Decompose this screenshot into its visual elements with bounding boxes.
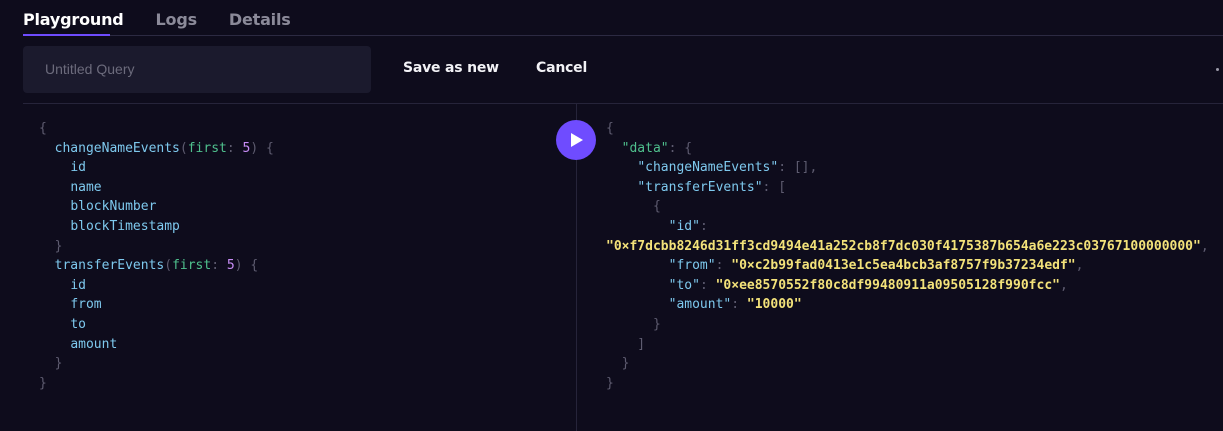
query-arg: first — [187, 140, 227, 156]
result-viewer: { "data": { "changeNameEvents": [], "tra… — [606, 121, 1209, 391]
query-field: blockTimestamp — [70, 218, 180, 234]
query-field: amount — [70, 336, 118, 352]
json-key: "changeNameEvents" — [637, 160, 779, 176]
json-key: "from" — [668, 258, 716, 274]
play-icon — [571, 133, 583, 147]
json-value: "10000" — [746, 297, 802, 313]
json-key: "transferEvents" — [637, 179, 763, 195]
brace: } — [39, 375, 47, 391]
json-key: "id" — [668, 218, 700, 234]
json-value: "0×c2b99fad0413e1c5ea4bcb3af8757f9b37234… — [731, 258, 1076, 274]
json-value: "0×ee8570552f80c8df99480911a09505128f990… — [715, 277, 1060, 293]
brace: { — [39, 121, 47, 136]
query-arg-value: 5 — [242, 140, 251, 156]
tab-logs[interactable]: Logs — [156, 0, 198, 36]
json-value: "0×f7dcbb8246d31ff3cd9494e41a252cb8f7dc0… — [606, 238, 1201, 254]
json-key: "amount" — [668, 297, 732, 313]
query-field: to — [70, 316, 86, 332]
active-tab-indicator — [23, 34, 110, 36]
query-field: changeNameEvents — [54, 140, 180, 156]
query-field: name — [70, 179, 102, 195]
tab-bar: Playground Logs Details — [23, 0, 323, 36]
query-field: id — [70, 277, 86, 293]
query-field: transferEvents — [54, 258, 165, 274]
query-editor[interactable]: { changeNameEvents(first: 5) { id name b… — [39, 119, 274, 393]
toolbar-divider — [23, 103, 1223, 104]
tab-details[interactable]: Details — [229, 0, 291, 36]
more-options-icon[interactable] — [1216, 68, 1219, 71]
tab-playground[interactable]: Playground — [23, 0, 124, 36]
json-value: [] — [793, 160, 810, 176]
query-name-input[interactable]: Untitled Query — [23, 46, 371, 93]
tab-underline — [23, 34, 1223, 36]
json-key: "data" — [621, 140, 669, 156]
query-field: id — [70, 160, 86, 176]
run-query-button[interactable] — [556, 120, 596, 160]
save-as-new-button[interactable]: Save as new — [403, 46, 499, 93]
query-arg: first — [172, 258, 212, 274]
query-arg-value: 5 — [226, 258, 235, 274]
cancel-button[interactable]: Cancel — [536, 46, 587, 93]
query-field: blockNumber — [70, 199, 157, 215]
query-field: from — [70, 297, 102, 313]
json-key: "to" — [668, 277, 700, 293]
